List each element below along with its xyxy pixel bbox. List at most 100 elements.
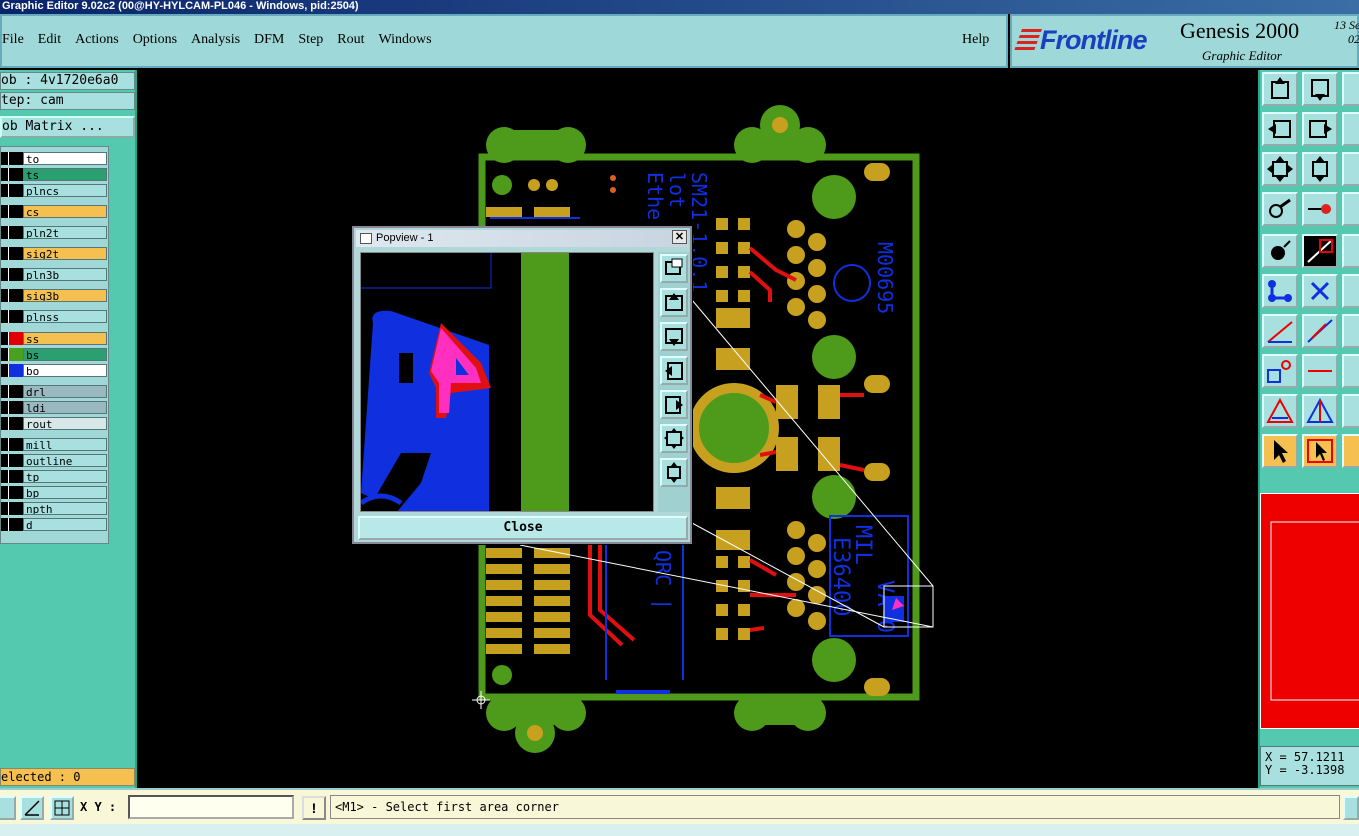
connect-button[interactable]: [1262, 274, 1298, 308]
layer-row[interactable]: to: [1, 152, 109, 165]
select-extra-icon[interactable]: [1342, 434, 1359, 468]
layer-color-swatch[interactable]: [9, 268, 23, 281]
polygon-button[interactable]: [1302, 394, 1338, 428]
ruler-button[interactable]: [1342, 234, 1359, 268]
layer-name[interactable]: drl: [23, 385, 107, 398]
net-button[interactable]: [1342, 192, 1359, 226]
layer-row[interactable]: drl: [1, 385, 109, 398]
layer-color-swatch[interactable]: [9, 184, 23, 197]
measure-button[interactable]: [1302, 192, 1338, 226]
angle-toggle-icon[interactable]: [20, 796, 44, 820]
layer-name[interactable]: bs: [23, 348, 107, 361]
layer-row[interactable]: bs: [1, 348, 109, 361]
line-tool-button[interactable]: [1302, 234, 1338, 268]
diagonal-button[interactable]: [1302, 314, 1338, 348]
pv-zoom-window-button[interactable]: [660, 254, 688, 283]
layer-color-swatch[interactable]: [9, 454, 23, 467]
layer-name[interactable]: tp: [23, 470, 107, 483]
zoom-extra-button[interactable]: [1342, 72, 1359, 106]
angle-button[interactable]: [1342, 314, 1359, 348]
layer-name[interactable]: to: [23, 152, 107, 165]
warning-button[interactable]: !: [302, 796, 326, 820]
layer-row[interactable]: d: [1, 518, 109, 531]
fit-extra-button[interactable]: [1342, 152, 1359, 186]
pv-pan-up-button[interactable]: [660, 288, 688, 317]
layer-checkbox[interactable]: [1, 268, 9, 281]
layer-name[interactable]: pln2t: [23, 226, 107, 239]
layer-row[interactable]: npth: [1, 502, 109, 515]
menu-step[interactable]: Step: [298, 32, 323, 48]
snap-button[interactable]: [1262, 234, 1298, 268]
delete-button[interactable]: [1302, 274, 1338, 308]
wrench-icon[interactable]: [1262, 192, 1298, 226]
layer-checkbox[interactable]: [1, 310, 9, 323]
layer-color-swatch[interactable]: [9, 385, 23, 398]
layer-color-swatch[interactable]: [9, 518, 23, 531]
menu-help[interactable]: Help: [962, 32, 989, 48]
select-arrow-icon[interactable]: [1262, 434, 1298, 468]
job-matrix-button[interactable]: ob Matrix ...: [0, 116, 135, 138]
layer-row[interactable]: rout: [1, 417, 109, 430]
layer-row[interactable]: pln2t: [1, 226, 109, 239]
layer-row[interactable]: bo: [1, 364, 109, 377]
layer-checkbox[interactable]: [1, 518, 9, 531]
layer-name[interactable]: cs: [23, 205, 107, 218]
layer-color-swatch[interactable]: [9, 247, 23, 260]
menu-rout[interactable]: Rout: [337, 32, 364, 48]
layer-row[interactable]: tp: [1, 470, 109, 483]
close-icon[interactable]: ✕: [672, 230, 687, 244]
layer-row[interactable]: ss: [1, 332, 109, 345]
layer-color-swatch[interactable]: [9, 438, 23, 451]
pad-button[interactable]: [1262, 354, 1298, 388]
layer-checkbox[interactable]: [1, 247, 9, 260]
layer-checkbox[interactable]: [1, 168, 9, 181]
layer-color-swatch[interactable]: [9, 502, 23, 515]
layer-checkbox[interactable]: [1, 470, 9, 483]
layer-color-swatch[interactable]: [9, 152, 23, 165]
popview-titlebar[interactable]: Popview - 1: [356, 230, 688, 247]
pan-right-button[interactable]: [1302, 112, 1338, 146]
layer-name[interactable]: mill: [23, 438, 107, 451]
layer-row[interactable]: cs: [1, 205, 109, 218]
layer-row[interactable]: pln3b: [1, 268, 109, 281]
layer-row[interactable]: plnss: [1, 310, 109, 323]
pan-extra-button[interactable]: [1342, 112, 1359, 146]
graphic-canvas[interactable]: SM21-1.0.1 lot Ethe M00695 MIL E36400 VA…: [139, 70, 1257, 788]
layer-color-swatch[interactable]: [9, 470, 23, 483]
layer-color-swatch[interactable]: [9, 348, 23, 361]
layer-name[interactable]: sig2t: [23, 247, 107, 260]
menu-actions[interactable]: Actions: [75, 32, 119, 48]
snap-toggle-button[interactable]: [0, 796, 16, 820]
layer-checkbox[interactable]: [1, 348, 9, 361]
arc-button[interactable]: [1342, 274, 1359, 308]
pv-pan-down-button[interactable]: [660, 322, 688, 351]
pv-pan-right-button[interactable]: [660, 390, 688, 419]
layer-color-swatch[interactable]: [9, 289, 23, 302]
layer-name[interactable]: bo: [23, 364, 107, 377]
layer-row[interactable]: mill: [1, 438, 109, 451]
layer-name[interactable]: outline: [23, 454, 107, 467]
fit-height-button[interactable]: [1302, 152, 1338, 186]
pv-pan-left-button[interactable]: [660, 356, 688, 385]
layer-row[interactable]: sig2t: [1, 247, 109, 260]
menu-analysis[interactable]: Analysis: [191, 32, 240, 48]
horizontal-line-button[interactable]: [1302, 354, 1338, 388]
dimension-button[interactable]: [1342, 354, 1359, 388]
pan-left-button[interactable]: [1262, 112, 1298, 146]
layer-name[interactable]: plnss: [23, 310, 107, 323]
layer-row[interactable]: ldi: [1, 401, 109, 414]
layer-row[interactable]: plncs: [1, 184, 109, 197]
layer-checkbox[interactable]: [1, 205, 9, 218]
menu-dfm[interactable]: DFM: [254, 32, 284, 48]
layer-checkbox[interactable]: [1, 438, 9, 451]
layer-checkbox[interactable]: [1, 385, 9, 398]
layer-name[interactable]: d: [23, 518, 107, 531]
layer-checkbox[interactable]: [1, 417, 9, 430]
layer-name[interactable]: plncs: [23, 184, 107, 197]
layer-checkbox[interactable]: [1, 401, 9, 414]
layer-color-swatch[interactable]: [9, 417, 23, 430]
layer-checkbox[interactable]: [1, 332, 9, 345]
layer-color-swatch[interactable]: [9, 168, 23, 181]
layer-row[interactable]: outline: [1, 454, 109, 467]
layer-color-swatch[interactable]: [9, 226, 23, 239]
